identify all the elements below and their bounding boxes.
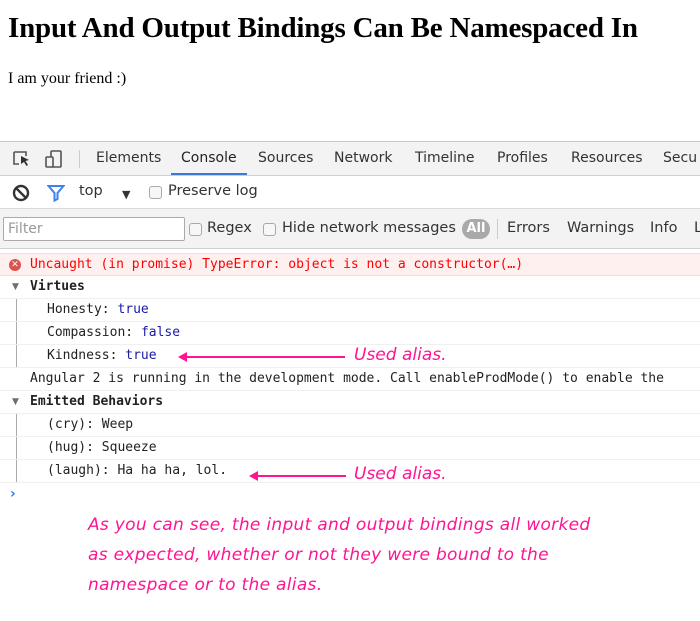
group-title: Virtues: [30, 279, 85, 294]
devtools-tabbar: Elements Console Sources Network Timelin…: [0, 142, 700, 176]
context-selector-label[interactable]: top: [79, 183, 103, 199]
log-value: Ha ha ha, lol.: [117, 463, 228, 478]
log-value: Squeeze: [101, 440, 157, 455]
level-errors-button[interactable]: Errors: [507, 220, 550, 236]
level-divider: [497, 219, 498, 239]
level-info-button[interactable]: Info: [650, 220, 677, 236]
console-group-header[interactable]: ▼ Emitted Behaviors: [0, 391, 700, 414]
log-value: Weep: [101, 417, 134, 432]
log-key: Kindness: [47, 348, 110, 363]
note-line: As you can see, the input and output bin…: [88, 515, 591, 535]
console-row: (cry): Weep: [0, 414, 700, 437]
annotation-arrow: [256, 475, 346, 477]
tab-console[interactable]: Console: [171, 142, 247, 175]
toolbar-divider: [79, 150, 80, 168]
device-mode-icon[interactable]: [44, 150, 64, 168]
console-filterbar: Regex Hide network messages All Errors W…: [0, 209, 700, 249]
filter-input[interactable]: [3, 217, 185, 241]
annotation-used-alias: Used alias.: [354, 464, 447, 484]
tab-elements[interactable]: Elements: [96, 142, 161, 175]
console-row: (hug): Squeeze: [0, 437, 700, 460]
console-error-row[interactable]: ✕ Uncaught (in promise) TypeError: objec…: [0, 253, 700, 276]
annotation-used-alias: Used alias.: [354, 345, 447, 365]
preserve-log-label[interactable]: Preserve log: [168, 183, 258, 199]
log-key: (hug): [47, 440, 87, 455]
level-all-button[interactable]: All: [462, 219, 490, 239]
console-toolbar: top ▼ Preserve log: [0, 176, 700, 209]
console-log-row: Angular 2 is running in the development …: [0, 368, 700, 391]
tab-security[interactable]: Secu: [663, 142, 697, 175]
clear-console-icon[interactable]: [12, 184, 30, 206]
error-message: Uncaught (in promise) TypeError: object …: [30, 257, 524, 272]
log-value: true: [125, 348, 157, 363]
log-value: false: [140, 325, 181, 340]
tab-timeline[interactable]: Timeline: [415, 142, 475, 175]
log-key: (cry): [47, 417, 87, 432]
expand-triangle-icon[interactable]: ▼: [12, 391, 19, 413]
error-icon: ✕: [9, 259, 21, 271]
note-line: namespace or to the alias.: [88, 575, 323, 595]
log-key: Honesty: [47, 302, 102, 317]
regex-label[interactable]: Regex: [207, 220, 252, 236]
log-value: true: [117, 302, 149, 317]
log-key: Compassion: [47, 325, 126, 340]
page-text: I am your friend :): [8, 70, 127, 87]
annotation-arrow: [185, 356, 345, 358]
prompt-chevron-icon: ›: [10, 486, 16, 502]
note-line: as expected, whether or not they were bo…: [88, 545, 549, 565]
tab-profiles[interactable]: Profiles: [497, 142, 548, 175]
tab-sources[interactable]: Sources: [258, 142, 313, 175]
group-title: Emitted Behaviors: [30, 394, 164, 409]
context-dropdown-icon[interactable]: ▼: [122, 188, 130, 201]
hide-network-label[interactable]: Hide network messages: [282, 220, 456, 236]
filter-icon[interactable]: [46, 184, 66, 206]
inspect-element-icon[interactable]: [12, 150, 32, 168]
level-log-button[interactable]: L: [694, 220, 700, 236]
annotation-note: As you can see, the input and output bin…: [88, 510, 688, 600]
console-row: Compassion: false: [0, 322, 700, 345]
console-group-header[interactable]: ▼ Virtues: [0, 276, 700, 299]
expand-triangle-icon[interactable]: ▼: [12, 276, 19, 298]
page-title: Input And Output Bindings Can Be Namespa…: [8, 12, 638, 44]
tab-network[interactable]: Network: [334, 142, 392, 175]
log-key: (laugh): [47, 463, 102, 478]
preserve-log-checkbox[interactable]: [149, 186, 162, 199]
console-row: (laugh): Ha ha ha, lol.: [0, 460, 700, 483]
console-row: Kindness: true: [0, 345, 700, 368]
console-row: Honesty: true: [0, 299, 700, 322]
regex-checkbox[interactable]: [189, 223, 202, 236]
level-warnings-button[interactable]: Warnings: [567, 220, 634, 236]
log-message: Angular 2 is running in the development …: [30, 371, 664, 386]
tab-resources[interactable]: Resources: [571, 142, 643, 175]
hide-network-checkbox[interactable]: [263, 223, 276, 236]
